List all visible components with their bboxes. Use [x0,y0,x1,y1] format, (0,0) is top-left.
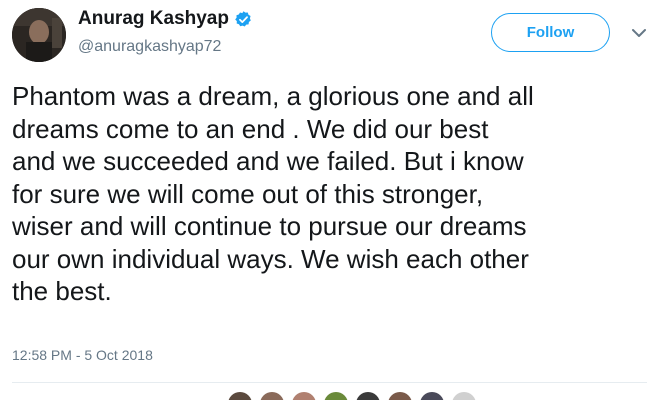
divider [12,382,647,383]
chevron-down-icon[interactable] [631,27,647,39]
verified-badge-icon [235,10,251,27]
tweet-text-line: the best. [12,276,112,306]
tweet-text-line: for sure we will come out of this strong… [12,178,484,209]
tweet-text-line: wiser and will continue to pursue our dr… [12,211,527,241]
tweet-text-line: and we succeeded and we failed. But i kn… [12,146,524,176]
author-name-text[interactable]: Anurag Kashyap [78,8,229,30]
tweet-text-line: our own individual ways. We wish each ot… [12,243,529,274]
author-handle[interactable]: @anuragkashyap72 [78,38,221,56]
liker-avatar[interactable] [228,392,252,400]
tweet-text-line: dreams come to an end . We did our best [12,113,489,144]
liker-avatars [228,392,476,400]
follow-button[interactable]: Follow [491,13,610,52]
avatar[interactable] [12,8,66,62]
liker-avatar[interactable] [388,392,412,400]
author-name[interactable]: Anurag Kashyap [78,8,253,30]
tweet-card: Anurag Kashyap @anuragkashyap72 Follow P… [0,0,659,400]
liker-avatar[interactable] [324,392,348,400]
liker-avatar[interactable] [452,392,476,400]
liker-avatar[interactable] [420,392,444,400]
liker-avatar[interactable] [260,392,284,400]
tweet-text-line: Phantom was a dream, a glorious one and … [12,81,534,111]
liker-avatar[interactable] [356,392,380,400]
tweet-timestamp[interactable]: 12:58 PM - 5 Oct 2018 [12,347,153,363]
liker-avatar[interactable] [292,392,316,400]
tweet-text: Phantom was a dream, a glorious one and … [12,80,652,308]
